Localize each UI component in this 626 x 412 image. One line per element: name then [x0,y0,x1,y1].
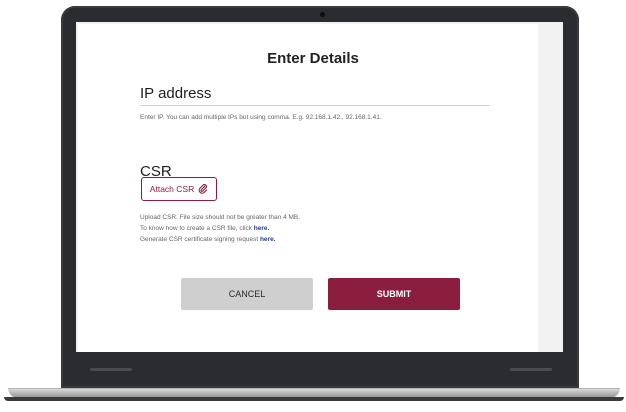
howto-line: To know how to create a CSR file, click … [140,223,300,234]
generate-line: Generate CSR certificate signing request… [140,234,300,245]
submit-button[interactable]: SUBMIT [328,278,460,310]
paperclip-icon [198,184,208,194]
ip-address-input[interactable] [140,105,490,106]
cancel-button[interactable]: CANCEL [181,278,313,310]
bezel-highlight [90,368,132,371]
howto-text: To know how to create a CSR file, click [140,225,254,232]
attach-csr-button[interactable]: Attach CSR [141,177,217,201]
generate-text: Generate CSR certificate signing request [140,236,260,243]
webcam-icon [320,12,325,17]
generate-link[interactable]: here. [260,236,276,243]
laptop-base-edge [4,397,624,401]
bezel-highlight [510,368,552,371]
ip-address-label: IP address [140,85,212,102]
upload-size-hint: Upload CSR. File size should not be grea… [140,214,301,221]
howto-link[interactable]: here. [254,225,270,232]
form-title: Enter Details [267,50,359,67]
attach-csr-label: Attach CSR [149,184,195,194]
ip-address-hint: Enter IP. You can add multiple IPs but u… [140,114,382,121]
upload-instructions: Upload CSR. File size should not be grea… [140,212,300,245]
